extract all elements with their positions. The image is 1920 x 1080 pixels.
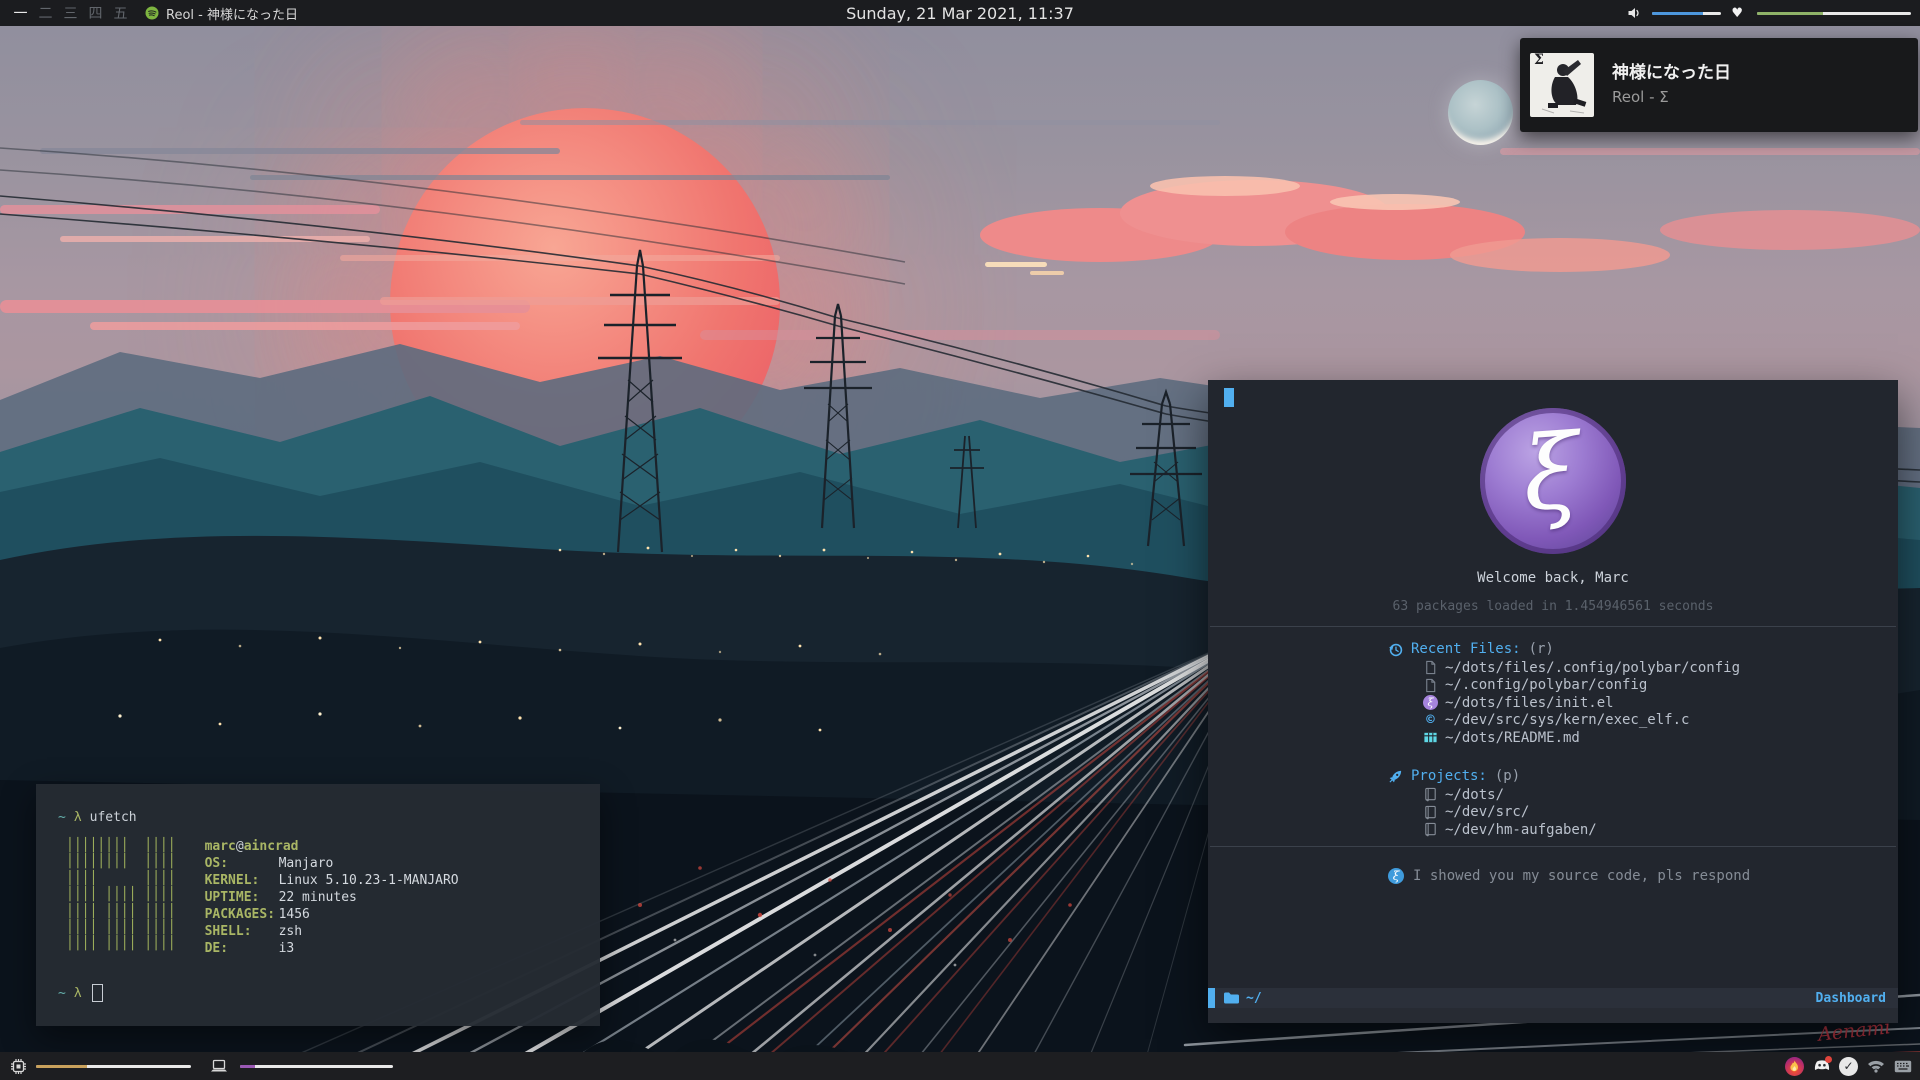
recent-file-row[interactable]: ~/dots/README.md xyxy=(1423,729,1740,747)
projects-shortcut: (p) xyxy=(1495,768,1520,784)
emacs-modeline: ~/ Dashboard xyxy=(1208,988,1898,1008)
workspace-1[interactable]: 一 xyxy=(13,3,28,23)
modeline-accent-bar xyxy=(1208,988,1215,1008)
c-source-icon: © xyxy=(1423,713,1438,728)
emacs-cursor xyxy=(1224,388,1234,407)
workspace-3[interactable]: 三 xyxy=(63,3,78,23)
separator xyxy=(1210,626,1896,627)
rocket-icon xyxy=(1388,769,1403,784)
file-icon xyxy=(1423,660,1438,675)
emacs-logo: ξ xyxy=(1480,408,1626,554)
recent-file-row[interactable]: ~/dots/files/.config/polybar/config xyxy=(1423,659,1740,677)
project-row[interactable]: ~/dev/src/ xyxy=(1423,804,1597,822)
terminal-prompt[interactable]: ~λ xyxy=(58,984,103,1002)
workspace-switcher: 一 二 三 四 五 xyxy=(0,3,128,23)
system-tray: ✓ xyxy=(1785,1052,1912,1080)
memory-icon xyxy=(210,1059,228,1074)
volume-icon xyxy=(1627,6,1642,20)
now-playing-module[interactable]: Reol - 神様になった日 xyxy=(145,4,298,23)
modeline-directory: ~/ xyxy=(1246,991,1262,1006)
notification-subtitle: Reol - Σ xyxy=(1612,88,1669,106)
recent-files-shortcut: (r) xyxy=(1529,641,1554,657)
modeline-buffer-name: Dashboard xyxy=(1816,991,1886,1006)
emacs-echo-area xyxy=(1208,1008,1898,1023)
discord-icon[interactable] xyxy=(1812,1057,1831,1076)
workspace-5[interactable]: 五 xyxy=(113,3,128,23)
recent-file-row[interactable]: ~/.config/polybar/config xyxy=(1423,677,1740,695)
system-monitors xyxy=(0,1058,393,1075)
terminal-command: ufetch xyxy=(90,810,137,825)
markdown-icon xyxy=(1423,730,1438,745)
ufetch-info: marc@aincrad OS:Manjaro KERNEL:Linux 5.1… xyxy=(205,838,459,957)
project-row[interactable]: ~/dots/ xyxy=(1423,786,1597,804)
repo-icon xyxy=(1423,787,1438,802)
memory-usage-bar[interactable] xyxy=(240,1065,393,1068)
wifi-icon[interactable] xyxy=(1866,1057,1885,1076)
notification-title: 神様になった日 xyxy=(1612,58,1731,83)
album-sigma-symbol: Σ xyxy=(1534,53,1544,68)
check-icon[interactable]: ✓ xyxy=(1839,1057,1858,1076)
music-notification[interactable]: Σ 神様になった日 Reol - Σ xyxy=(1520,38,1918,132)
emacs-file-icon: ξ xyxy=(1423,695,1438,710)
desktop: Aenami 一 二 三 四 五 Reol - 神様になった日 Sunday, … xyxy=(0,0,1920,1080)
dashboard-load-info: 63 packages loaded in 1.454946561 second… xyxy=(1208,599,1898,614)
album-art: Σ xyxy=(1530,53,1594,117)
spotify-icon xyxy=(145,6,159,20)
project-row[interactable]: ~/dev/hm-aufgaben/ xyxy=(1423,821,1597,839)
dashboard-welcome: Welcome back, Marc xyxy=(1208,570,1898,586)
repo-icon xyxy=(1423,805,1438,820)
recent-files-label: Recent Files: xyxy=(1411,641,1521,657)
volume-slider[interactable] xyxy=(1652,12,1721,15)
manjaro-ascii-logo: ││││││││ ││││ ││││││││ ││││ ││││ ││││ ││… xyxy=(66,838,176,957)
separator xyxy=(1210,846,1896,847)
bottom-polybar: ✓ xyxy=(0,1052,1920,1080)
cpu-icon xyxy=(10,1058,27,1075)
history-icon xyxy=(1388,642,1403,657)
recent-file-row[interactable]: ξ ~/dots/files/init.el xyxy=(1423,694,1740,712)
ufetch-output: ││││││││ ││││ ││││││││ ││││ ││││ ││││ ││… xyxy=(66,838,459,957)
terminal-command-line: ~λufetch xyxy=(58,810,137,825)
topbar-right-modules: ♥ xyxy=(1627,0,1911,26)
projects-section: Projects: (p) ~/dots/ ~/dev/src/ ~/dev/h… xyxy=(1388,767,1597,839)
cpu-usage-bar[interactable] xyxy=(36,1065,191,1068)
file-icon xyxy=(1423,678,1438,693)
terminal-window[interactable]: ~λufetch ││││││││ ││││ ││││││││ ││││ │││… xyxy=(36,784,600,1026)
now-playing-label: Reol - 神様になった日 xyxy=(166,4,298,23)
terminal-cursor xyxy=(92,984,103,1002)
emacs-logo-glyph: ξ xyxy=(1519,412,1583,535)
projects-label: Projects: xyxy=(1411,768,1487,784)
emacs-icon: ξ xyxy=(1388,868,1404,884)
repo-icon xyxy=(1423,822,1438,837)
heart-icon: ♥ xyxy=(1731,6,1743,21)
dashboard-footer-message: ξ I showed you my source code, pls respo… xyxy=(1388,868,1750,884)
emacs-window[interactable]: ξ Welcome back, Marc 63 packages loaded … xyxy=(1208,380,1898,1023)
folder-icon xyxy=(1223,991,1240,1005)
workspace-2[interactable]: 二 xyxy=(38,3,53,23)
song-progress-slider[interactable] xyxy=(1757,12,1911,15)
user-host: marc@aincrad xyxy=(205,838,459,855)
keyboard-icon[interactable] xyxy=(1893,1057,1912,1076)
flame-app-icon[interactable] xyxy=(1785,1057,1804,1076)
workspace-4[interactable]: 四 xyxy=(88,3,103,23)
notification-badge xyxy=(1825,1056,1832,1063)
recent-file-row[interactable]: © ~/dev/src/sys/kern/exec_elf.c xyxy=(1423,712,1740,730)
recent-files-section: Recent Files: (r) ~/dots/files/.config/p… xyxy=(1388,640,1740,747)
